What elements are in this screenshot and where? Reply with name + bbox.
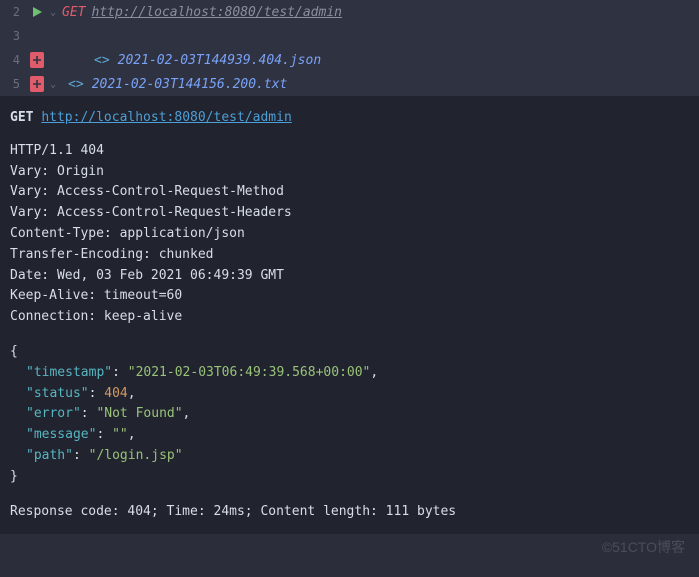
json-row: "timestamp": "2021-02-03T06:49:39.568+00… bbox=[10, 363, 689, 384]
response-file-link[interactable]: 2021-02-03T144156.200.txt bbox=[92, 77, 288, 92]
header-line: Vary: Origin bbox=[10, 162, 689, 183]
status-line: HTTP/1.1 404 bbox=[10, 141, 689, 162]
fold-icon[interactable]: ⌄ bbox=[50, 7, 56, 18]
editor-line[interactable]: 4 <> 2021-02-03T144939.404.json bbox=[0, 48, 699, 72]
line-number: 3 bbox=[4, 29, 20, 43]
editor-line: 3 bbox=[0, 24, 699, 48]
response-body: { "timestamp": "2021-02-03T06:49:39.568+… bbox=[10, 342, 689, 488]
json-row: "path": "/login.jsp" bbox=[10, 446, 689, 467]
line-number: 2 bbox=[4, 5, 20, 19]
header-line: Date: Wed, 03 Feb 2021 06:49:39 GMT bbox=[10, 266, 689, 287]
http-method: GET bbox=[62, 5, 85, 20]
response-pane: GET http://localhost:8080/test/admin HTT… bbox=[0, 96, 699, 534]
header-line: Keep-Alive: timeout=60 bbox=[10, 286, 689, 307]
json-row: "message": "", bbox=[10, 425, 689, 446]
request-url[interactable]: http://localhost:8080/test/admin bbox=[92, 5, 342, 20]
json-row: "status": 404, bbox=[10, 384, 689, 405]
diff-icon[interactable] bbox=[28, 52, 46, 68]
editor-line[interactable]: 2 ⌄ GET http://localhost:8080/test/admin bbox=[0, 0, 699, 24]
response-file-link[interactable]: 2021-02-03T144939.404.json bbox=[118, 53, 322, 68]
editor-line[interactable]: 5 ⌄ <> 2021-02-03T144156.200.txt bbox=[0, 72, 699, 96]
request-url-link[interactable]: http://localhost:8080/test/admin bbox=[41, 110, 291, 125]
response-headers: HTTP/1.1 404 Vary: Origin Vary: Access-C… bbox=[10, 141, 689, 328]
watermark: ©51CTO博客 bbox=[602, 537, 685, 557]
diff-icon[interactable] bbox=[28, 76, 46, 92]
header-line: Connection: keep-alive bbox=[10, 307, 689, 328]
http-method: GET bbox=[10, 110, 33, 125]
response-footer: Response code: 404; Time: 24ms; Content … bbox=[10, 502, 689, 523]
header-line: Vary: Access-Control-Request-Method bbox=[10, 182, 689, 203]
eye-icon[interactable]: <> bbox=[68, 77, 84, 92]
header-line: Transfer-Encoding: chunked bbox=[10, 245, 689, 266]
json-row: "error": "Not Found", bbox=[10, 404, 689, 425]
fold-icon[interactable]: ⌄ bbox=[50, 79, 56, 90]
line-number: 4 bbox=[4, 53, 20, 67]
line-number: 5 bbox=[4, 77, 20, 91]
editor-pane: 2 ⌄ GET http://localhost:8080/test/admin… bbox=[0, 0, 699, 96]
run-icon[interactable] bbox=[28, 6, 46, 18]
header-line: Content-Type: application/json bbox=[10, 224, 689, 245]
eye-icon[interactable]: <> bbox=[94, 53, 110, 68]
json-brace: } bbox=[10, 467, 689, 488]
json-brace: { bbox=[10, 342, 689, 363]
request-summary: GET http://localhost:8080/test/admin bbox=[10, 108, 689, 129]
header-line: Vary: Access-Control-Request-Headers bbox=[10, 203, 689, 224]
